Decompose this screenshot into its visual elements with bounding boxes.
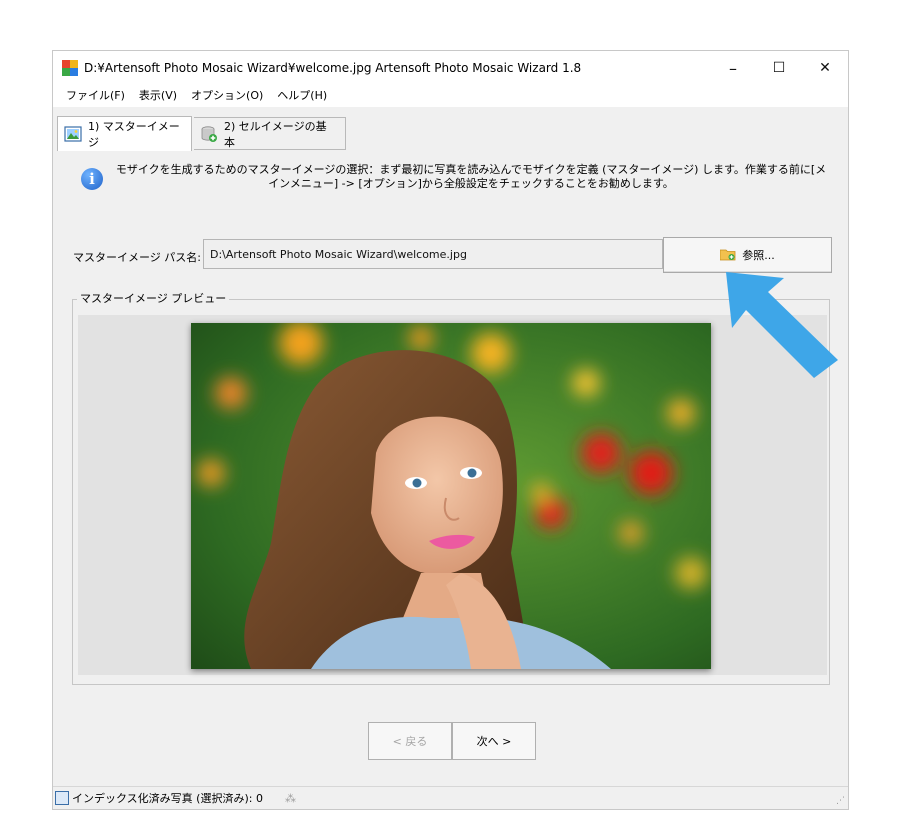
preview-panel xyxy=(78,315,827,675)
next-button[interactable]: 次へ > xyxy=(452,722,536,760)
minimize-button[interactable]: – xyxy=(710,51,756,85)
window-title: D:¥Artensoft Photo Mosaic Wizard¥welcome… xyxy=(84,61,582,75)
folder-open-icon xyxy=(720,249,736,261)
master-image-preview xyxy=(191,323,711,669)
browse-button-label: 参照... xyxy=(742,249,775,262)
wizard-navigation: < 戻る 次へ > xyxy=(368,722,536,760)
back-button[interactable]: < 戻る xyxy=(368,722,452,760)
preview-legend: マスターイメージ プレビュー xyxy=(77,292,230,306)
app-logo-icon xyxy=(62,60,78,76)
title-bar[interactable]: D:¥Artensoft Photo Mosaic Wizard¥welcome… xyxy=(53,51,848,85)
tab-cell-image-basics[interactable]: 2) セルイメージの基本 xyxy=(194,117,346,150)
status-bar: インデックス化済み写真 (選択済み): 0 ⁂ ⋰ xyxy=(53,786,848,809)
database-add-icon xyxy=(201,125,217,142)
resize-grip-icon[interactable]: ⋰ xyxy=(836,796,845,806)
info-message: モザイクを生成するためのマスターイメージの選択：まず最初に写真を読み込んでモザイ… xyxy=(115,163,827,190)
tab-strip: 1) マスターイメージ 2) セルイメージの基本 xyxy=(53,107,848,152)
close-button[interactable]: ✕ xyxy=(802,51,848,85)
menu-bar: ファイル(F) 表示(V) オプション(O) ヘルプ(H) xyxy=(53,85,848,107)
master-image-path-input[interactable] xyxy=(203,239,663,269)
tab-cell-image-basics-label: 2) セルイメージの基本 xyxy=(224,119,327,149)
preview-group: マスターイメージ プレビュー xyxy=(72,292,830,685)
maximize-button[interactable]: ☐ xyxy=(756,51,802,85)
info-icon: i xyxy=(81,168,103,190)
menu-help[interactable]: ヘルプ(H) xyxy=(270,85,334,107)
path-label: マスターイメージ パス名: xyxy=(73,251,201,264)
menu-view[interactable]: 表示(V) xyxy=(132,85,184,107)
menu-file[interactable]: ファイル(F) xyxy=(59,85,132,107)
tab-master-image[interactable]: 1) マスターイメージ xyxy=(57,116,192,151)
app-window: D:¥Artensoft Photo Mosaic Wizard¥welcome… xyxy=(52,50,849,810)
status-indexed-photos: インデックス化済み写真 (選択済み): 0 xyxy=(72,792,263,805)
master-image-page: i モザイクを生成するためのマスターイメージの選択：まず最初に写真を読み込んでモ… xyxy=(53,151,848,701)
portrait-photo-image xyxy=(191,323,711,669)
index-photos-icon xyxy=(55,791,69,805)
loading-spinner-icon: ⁂ xyxy=(284,791,296,805)
picture-icon xyxy=(64,126,82,142)
annotation-arrow-icon xyxy=(726,272,838,378)
tab-master-image-label: 1) マスターイメージ xyxy=(88,120,180,149)
menu-options[interactable]: オプション(O) xyxy=(184,85,270,107)
